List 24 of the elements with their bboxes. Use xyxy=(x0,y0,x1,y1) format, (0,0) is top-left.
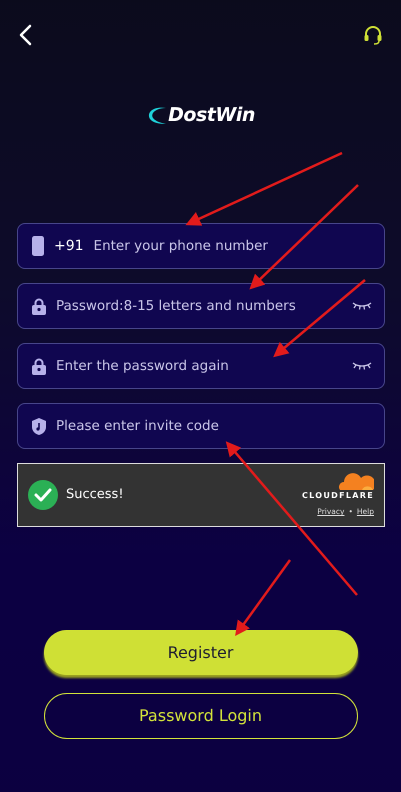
headset-icon[interactable] xyxy=(363,25,383,45)
back-icon[interactable] xyxy=(18,24,32,46)
text-input[interactable]: Enter the password again xyxy=(56,356,342,376)
check-icon xyxy=(28,480,58,510)
lock-icon xyxy=(32,298,46,314)
text-input[interactable]: Enter your phone number xyxy=(94,236,372,256)
password-field[interactable]: Password:8-15 letters and numbers xyxy=(17,283,385,329)
text-input[interactable]: Please enter invite code xyxy=(56,416,372,436)
eye-closed-icon[interactable] xyxy=(352,361,372,371)
invite-code-field[interactable]: Please enter invite code xyxy=(17,403,385,449)
shield-icon xyxy=(32,418,46,434)
eye-closed-icon[interactable] xyxy=(352,301,372,311)
login-button[interactable]: Password Login xyxy=(44,693,358,739)
password-field[interactable]: Enter the password again xyxy=(17,343,385,389)
country-code[interactable]: +91 xyxy=(54,236,84,256)
phone-field[interactable]: +91 Enter your phone number xyxy=(17,223,385,269)
cloud-icon xyxy=(336,472,374,490)
brand-text: CLOUDFLARE xyxy=(302,490,374,502)
success-text: Success! xyxy=(66,486,124,504)
register-button[interactable]: Register xyxy=(44,630,358,675)
text-input[interactable]: Password:8-15 letters and numbers xyxy=(56,296,342,316)
logo: DostWin xyxy=(146,104,255,126)
phone-icon xyxy=(32,236,44,256)
lock-icon xyxy=(32,358,46,374)
